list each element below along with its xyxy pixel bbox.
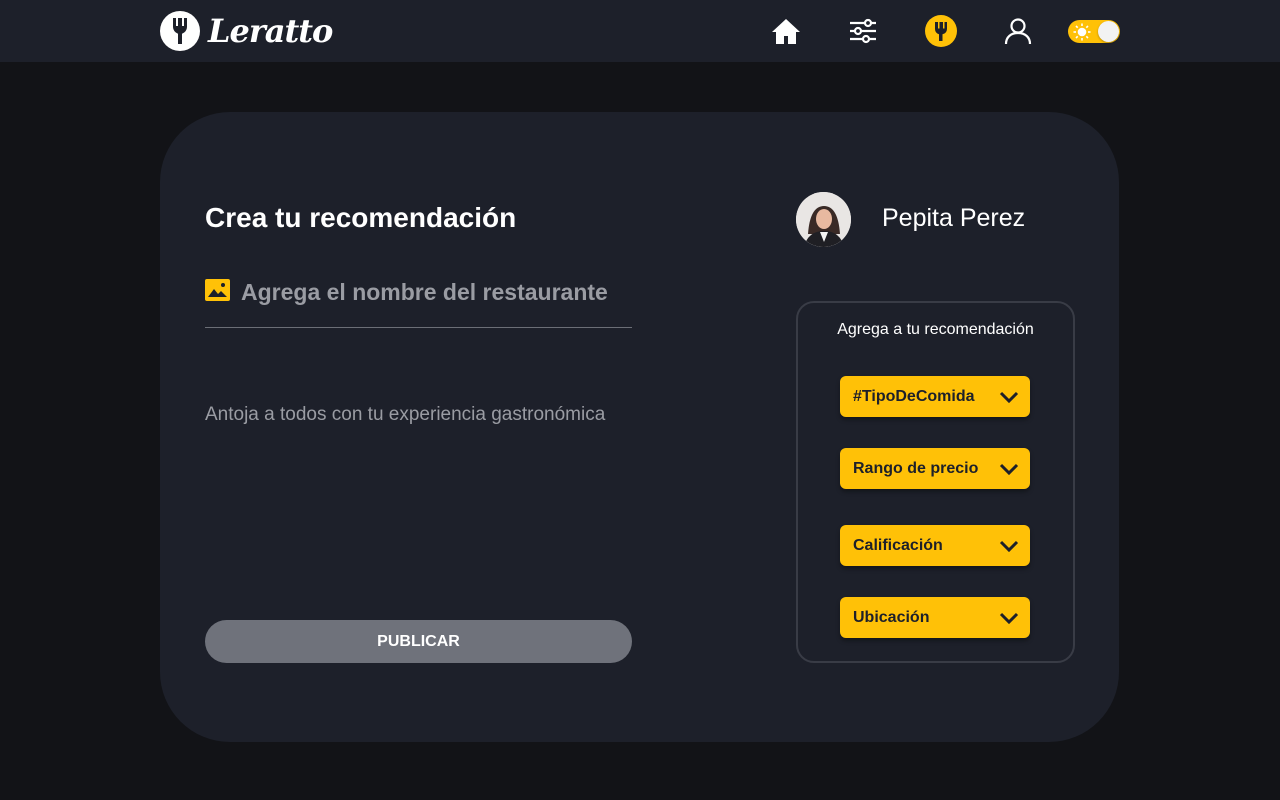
rating-dropdown[interactable]: Calificación [840,525,1030,566]
restaurant-name-input[interactable] [241,276,631,308]
food-type-dropdown[interactable]: #TipoDeComida [840,376,1030,417]
recommendation-card: Crea tu recomendación PUBLICAR Pepita Pe… [160,112,1119,742]
fork-logo-icon [160,11,200,51]
dropdown-label: Ubicación [853,608,930,626]
tags-panel-title: Agrega a tu recomendación [837,321,1034,338]
chevron-down-icon [999,612,1019,624]
publish-button[interactable]: PUBLICAR [205,620,632,663]
theme-toggle[interactable] [1068,20,1120,43]
location-dropdown[interactable]: Ubicación [840,597,1030,638]
tags-panel: Agrega a tu recomendación #TipoDeComida … [796,301,1075,663]
description-textarea[interactable] [205,404,632,594]
brand-logo[interactable]: Leratto [160,11,333,51]
chevron-down-icon [999,463,1019,475]
restaurant-name-row [205,276,632,328]
sun-icon [1073,23,1091,46]
image-icon[interactable] [205,279,230,306]
chevron-down-icon [999,540,1019,552]
dropdown-label: Calificación [853,536,943,554]
home-icon[interactable] [769,14,803,48]
top-navigation-bar: Leratto [0,0,1280,62]
dropdown-label: Rango de precio [853,459,979,477]
user-icon[interactable] [1001,14,1035,48]
chevron-down-icon [999,391,1019,403]
sliders-icon[interactable] [846,14,880,48]
avatar[interactable] [796,192,851,247]
fork-icon[interactable] [924,14,958,48]
profile-name: Pepita Perez [882,204,1026,232]
dropdown-label: #TipoDeComida [853,387,975,405]
price-range-dropdown[interactable]: Rango de precio [840,448,1030,489]
brand-name: Leratto [208,12,333,50]
page-title: Crea tu recomendación [205,202,517,233]
toggle-knob [1098,21,1119,42]
